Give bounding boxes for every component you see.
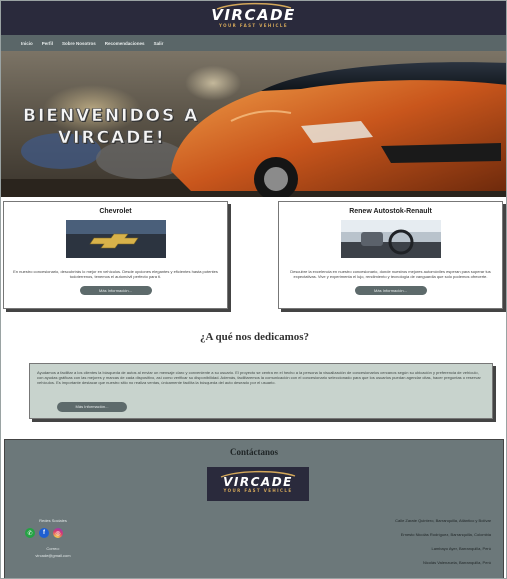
mission-box: Ayudamos a facilitar a los clientes la b… [29,363,493,419]
chevrolet-photo [65,220,166,258]
vircade-logo[interactable]: VIRCADE YOUR FAST VEHICLE [211,2,296,28]
footer: Contáctanos VIRCADE YOUR FAST VEHICLE Re… [4,439,504,578]
address-line: Calle Zarate Quintero, Barranquilla, Atl… [395,518,491,523]
header-bar: VIRCADE YOUR FAST VEHICLE [1,1,506,35]
mission-more-info-button[interactable]: Más Información... [57,402,127,412]
address-line: Lambayo Ayer, Barranquilla, Perú [431,546,491,551]
instagram-icon[interactable]: ◎ [53,528,63,538]
email-label: Correo: [46,546,60,551]
card-description: En nuestro concesionario, descubrirás lo… [13,269,218,279]
nav-item-sobre-nosotros[interactable]: Sobre Nosotros [62,41,96,46]
mission-title: ¿A qué nos dedicamos? [199,331,310,343]
hero-title-line2: VIRCADE! [58,128,166,149]
social-links: ✆ f ◎ [25,528,63,538]
card-chevrolet: Chevrolet En nuestro concesionario, desc… [3,201,228,309]
nav-item-recomendaciones[interactable]: Recomendaciones [105,41,145,46]
more-info-button[interactable]: Más Información... [79,286,152,295]
hero-title-line1: BIENVENIDOS A [23,106,200,127]
email-link[interactable]: vircade@gmail.com [23,553,83,558]
nav-item-inicio[interactable]: Inicio [21,41,33,46]
page: VIRCADE YOUR FAST VEHICLE Inicio Perfil … [0,0,507,579]
more-info-button[interactable]: Más Información... [354,286,427,295]
facebook-icon[interactable]: f [39,528,49,538]
card-title: Renew Autostok-Renault [349,208,432,215]
hero-banner: BIENVENIDOS A VIRCADE! [1,51,506,197]
brand-cards: Chevrolet En nuestro concesionario, desc… [1,201,506,309]
address-line: Ernesto Nicolás Rodríguez, Barranquilla,… [400,532,491,537]
footer-logo-tagline: YOUR FAST VEHICLE [223,487,293,493]
renault-interior-photo [340,220,441,258]
mission-text: Ayudamos a facilitar a los clientes la b… [37,370,481,385]
footer-logo-mark: VIRCADE YOUR FAST VEHICLE [220,470,296,493]
whatsapp-icon[interactable]: ✆ [25,528,35,538]
address-line: Nicolás Valenzuela, Barranquilla, Perú [423,560,491,565]
footer-title: Contáctanos [229,447,278,457]
car-swoosh-icon [216,2,291,10]
card-description: Descubre la excelencia en nuestro conces… [290,269,491,279]
main-nav: Inicio Perfil Sobre Nosotros Recomendaci… [1,35,506,51]
card-title: Chevrolet [99,208,132,215]
card-renault: Renew Autostok-Renault Descubre la excel… [278,201,503,309]
car-swoosh-icon [220,470,296,478]
hero-title: BIENVENIDOS A VIRCADE! [23,105,199,149]
nav-item-perfil[interactable]: Perfil [42,41,53,46]
social-label: Redes Sociales [39,518,67,523]
footer-logo[interactable]: VIRCADE YOUR FAST VEHICLE [207,467,309,501]
nav-item-salir[interactable]: Salir [154,41,164,46]
logo-tagline: YOUR FAST VEHICLE [219,23,288,28]
